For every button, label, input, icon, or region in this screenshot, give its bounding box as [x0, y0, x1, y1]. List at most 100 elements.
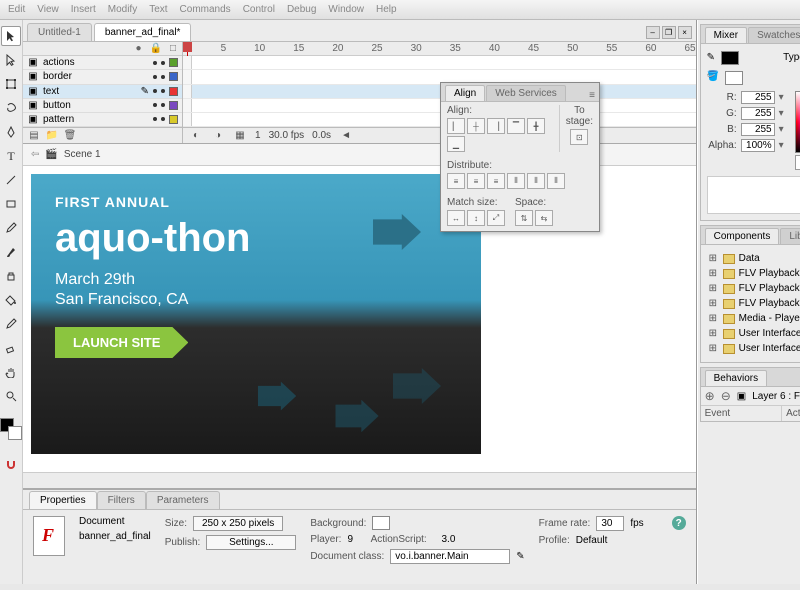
- to-stage-toggle[interactable]: ⊡: [570, 129, 588, 145]
- document-class-input[interactable]: [390, 549, 510, 564]
- tab-web-services[interactable]: Web Services: [486, 85, 566, 101]
- tab-components[interactable]: Components: [705, 228, 780, 244]
- align-bottom-icon[interactable]: ▁: [447, 136, 465, 152]
- fill-swatch[interactable]: [725, 71, 743, 85]
- tab-library[interactable]: Library: [780, 228, 800, 244]
- text-tool-icon[interactable]: T: [1, 146, 21, 166]
- line-tool-icon[interactable]: [1, 170, 21, 190]
- b-input[interactable]: [741, 123, 775, 136]
- lock-icon[interactable]: 🔒: [150, 43, 162, 54]
- paint-bucket-tool-icon[interactable]: [1, 290, 21, 310]
- tab-parameters[interactable]: Parameters: [146, 491, 220, 509]
- dist-right-icon[interactable]: ⦀: [547, 173, 565, 189]
- menu-help[interactable]: Help: [376, 4, 397, 15]
- component-folder[interactable]: ⊞FLV Playback - Player 8: [707, 281, 800, 296]
- hex-input[interactable]: [795, 155, 800, 170]
- dist-left-icon[interactable]: ⦀: [507, 173, 525, 189]
- onion-skin-outline-icon[interactable]: ◑: [211, 129, 225, 143]
- delete-layer-icon[interactable]: 🗑: [63, 129, 77, 143]
- component-folder[interactable]: ⊞FLV Playback - AS 3: [707, 266, 800, 281]
- eyedropper-tool-icon[interactable]: [1, 314, 21, 334]
- size-button[interactable]: 250 x 250 pixels: [193, 516, 283, 531]
- tab-banner-ad[interactable]: banner_ad_final*: [94, 23, 192, 41]
- expand-icon[interactable]: ⊞: [709, 298, 719, 309]
- brush-tool-icon[interactable]: [1, 242, 21, 262]
- component-folder[interactable]: ⊞User Interface: [707, 326, 800, 341]
- horizontal-scrollbar[interactable]: [23, 472, 696, 488]
- lasso-tool-icon[interactable]: [1, 98, 21, 118]
- match-both-icon[interactable]: ⤢: [487, 210, 505, 226]
- layer-actions[interactable]: ▣ actions: [23, 56, 182, 70]
- color-swatches[interactable]: [0, 418, 22, 440]
- space-vert-icon[interactable]: ⇅: [515, 210, 533, 226]
- subselection-tool-icon[interactable]: [1, 50, 21, 70]
- dist-bottom-icon[interactable]: ≡: [487, 173, 505, 189]
- menu-edit[interactable]: Edit: [8, 4, 25, 15]
- back-icon[interactable]: ⇦: [31, 149, 39, 160]
- launch-site-button[interactable]: LAUNCH SITE: [55, 327, 188, 358]
- component-folder[interactable]: ⊞User Interface - AS 3: [707, 341, 800, 356]
- align-right-icon[interactable]: ▕: [487, 118, 505, 134]
- fps-input[interactable]: [596, 516, 624, 531]
- panel-menu-icon[interactable]: ≡: [585, 90, 599, 101]
- tab-swatches[interactable]: Swatches: [748, 27, 800, 43]
- layer-pattern[interactable]: ▣ pattern: [23, 113, 182, 127]
- free-transform-tool-icon[interactable]: [1, 74, 21, 94]
- rewind-icon[interactable]: ◄: [339, 129, 353, 143]
- match-height-icon[interactable]: ↕: [467, 210, 485, 226]
- match-width-icon[interactable]: ↔: [447, 210, 465, 226]
- menu-control[interactable]: Control: [243, 4, 275, 15]
- align-vcenter-icon[interactable]: ╋: [527, 118, 545, 134]
- outline-icon[interactable]: □: [170, 43, 176, 54]
- restore-icon[interactable]: ❐: [662, 26, 676, 39]
- pencil-tool-icon[interactable]: [1, 218, 21, 238]
- frame-row[interactable]: [183, 56, 696, 70]
- component-folder[interactable]: ⊞Data: [707, 251, 800, 266]
- snap-tool-icon[interactable]: [1, 454, 21, 474]
- settings-button[interactable]: Settings...: [206, 535, 296, 550]
- new-folder-icon[interactable]: 📁: [45, 129, 59, 143]
- eye-icon[interactable]: ●: [135, 43, 141, 54]
- expand-icon[interactable]: ⊞: [709, 328, 719, 339]
- tab-behaviors[interactable]: Behaviors: [705, 370, 767, 386]
- minimize-icon[interactable]: ‒: [646, 26, 660, 39]
- onion-skin-icon[interactable]: ◐: [189, 129, 203, 143]
- help-icon[interactable]: ?: [672, 516, 686, 530]
- expand-icon[interactable]: ⊞: [709, 268, 719, 279]
- edit-multiple-icon[interactable]: ▦: [233, 129, 247, 143]
- align-left-icon[interactable]: ▏: [447, 118, 465, 134]
- menu-modify[interactable]: Modify: [108, 4, 137, 15]
- space-horiz-icon[interactable]: ⇆: [535, 210, 553, 226]
- component-folder[interactable]: ⊞FLV Playback Custom UI: [707, 296, 800, 311]
- align-hcenter-icon[interactable]: ┼: [467, 118, 485, 134]
- remove-behavior-icon[interactable]: ⊖: [721, 389, 731, 403]
- alpha-input[interactable]: [741, 139, 775, 152]
- hand-tool-icon[interactable]: [1, 362, 21, 382]
- align-top-icon[interactable]: ▔: [507, 118, 525, 134]
- expand-icon[interactable]: ⊞: [709, 253, 719, 264]
- tab-untitled[interactable]: Untitled-1: [27, 23, 92, 41]
- scene-name[interactable]: Scene 1: [64, 149, 101, 160]
- menu-view[interactable]: View: [37, 4, 59, 15]
- expand-icon[interactable]: ⊞: [709, 313, 719, 324]
- g-input[interactable]: [741, 107, 775, 120]
- menu-window[interactable]: Window: [328, 4, 364, 15]
- fill-color-swatch[interactable]: [8, 426, 22, 440]
- pen-tool-icon[interactable]: [1, 122, 21, 142]
- new-layer-icon[interactable]: ▤: [27, 129, 41, 143]
- tab-align[interactable]: Align: [445, 85, 485, 101]
- dist-vcenter-icon[interactable]: ≡: [467, 173, 485, 189]
- tab-properties[interactable]: Properties: [29, 491, 97, 509]
- r-input[interactable]: [741, 91, 775, 104]
- stepper-icon[interactable]: ▾: [779, 108, 787, 119]
- menu-debug[interactable]: Debug: [287, 4, 316, 15]
- stepper-icon[interactable]: ▾: [779, 140, 787, 151]
- expand-icon[interactable]: ⊞: [709, 343, 719, 354]
- component-folder[interactable]: ⊞Media - Player 6 - 7: [707, 311, 800, 326]
- background-swatch[interactable]: [372, 516, 390, 530]
- layer-button[interactable]: ▣ button: [23, 99, 182, 113]
- menu-commands[interactable]: Commands: [180, 4, 231, 15]
- expand-icon[interactable]: ⊞: [709, 283, 719, 294]
- menu-text[interactable]: Text: [149, 4, 167, 15]
- add-behavior-icon[interactable]: ⊕: [705, 389, 715, 403]
